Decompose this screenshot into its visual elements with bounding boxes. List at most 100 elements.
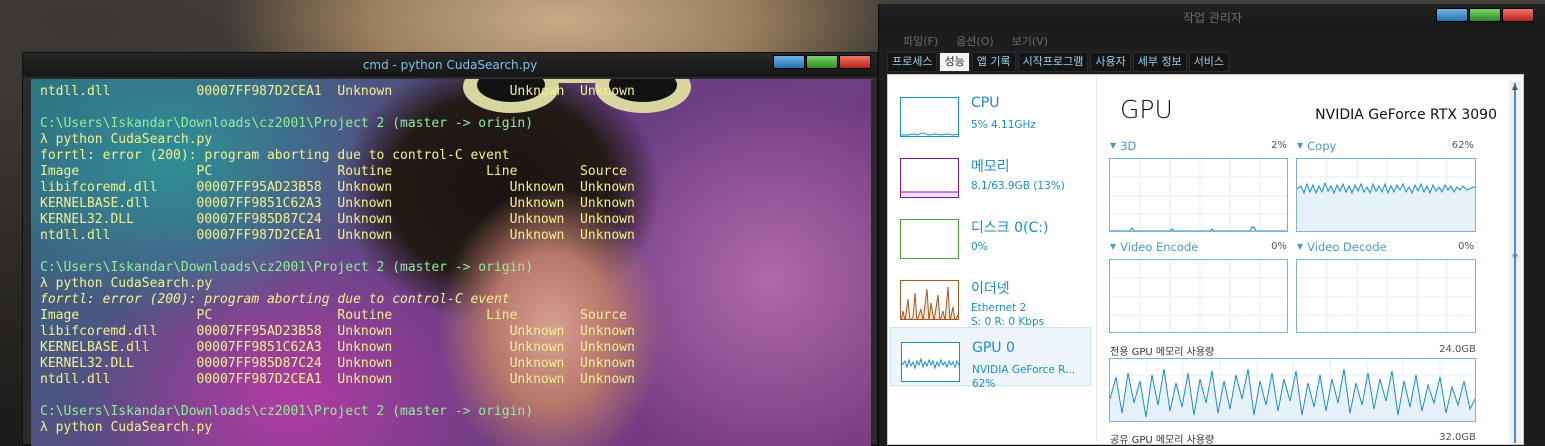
- scroll-up-arrow-icon[interactable]: ▲: [1509, 81, 1521, 93]
- console-line: forrtl: error (200): program aborting du…: [40, 292, 510, 307]
- engine-decode-dropdown[interactable]: ▼ Video Decode: [1297, 240, 1387, 254]
- cmd-titlebar[interactable]: cmd - python CudaSearch.py: [23, 53, 877, 77]
- panel-divider: [1096, 75, 1097, 442]
- console-line: C:\Users\Iskandar\Downloads\cz2001\Proje…: [40, 260, 534, 275]
- resource-gpu[interactable]: GPU 0 NVIDIA GeForce R... 62%: [890, 327, 1091, 390]
- shared-memory-value: 32.0GB: [1439, 432, 1476, 443]
- resource-ethernet[interactable]: 이더넷 Ethernet 2 S: 0 R: 0 Kbps: [890, 266, 1091, 328]
- engine-decode-pct: 0%: [1458, 241, 1474, 252]
- tab-startup[interactable]: 시작프로그램: [1017, 52, 1089, 72]
- engine-encode-dropdown[interactable]: ▼ Video Encode: [1110, 240, 1198, 254]
- gpu-usage: 62%: [972, 378, 996, 390]
- ethernet-label: 이더넷: [971, 281, 1010, 297]
- gpu-model-short: NVIDIA GeForce R...: [972, 364, 1076, 376]
- ethernet-adapter: Ethernet 2: [971, 302, 1027, 314]
- gpu-mini-graph: [901, 342, 960, 382]
- memory-mini-graph: [900, 158, 959, 198]
- engine-3d-pct: 2%: [1271, 140, 1287, 151]
- console-line: KERNEL32.DLL 00007FF985D87C24 Unknown Un…: [40, 356, 635, 371]
- engine-copy-graph: [1296, 158, 1476, 232]
- engine-copy-label: Copy: [1307, 139, 1337, 153]
- scroll-track: [1514, 83, 1516, 443]
- console-line: C:\Users\Iskandar\Downloads\cz2001\Proje…: [40, 116, 534, 131]
- scroll-grip-icon[interactable]: ≡: [1511, 251, 1519, 261]
- engine-decode-label: Video Decode: [1307, 240, 1387, 254]
- cpu-mini-graph: [900, 97, 959, 137]
- disk-usage: 0%: [971, 241, 988, 253]
- memory-label: 메모리: [971, 159, 1010, 175]
- console-line: ntdll.dll 00007FF987D2CEA1 Unknown Unkno…: [40, 84, 635, 99]
- disk-mini-graph: [900, 219, 959, 259]
- menu-view[interactable]: 보기(V): [1004, 32, 1058, 52]
- cmd-window[interactable]: cmd - python CudaSearch.py ntdll.dll 000…: [22, 52, 878, 446]
- chevron-down-icon: ▼: [1297, 242, 1304, 251]
- shared-memory-label: 공유 GPU 메모리 사용량: [1110, 435, 1215, 446]
- console-line: λ python CudaSearch.py: [40, 420, 213, 435]
- maximize-button[interactable]: [806, 55, 838, 69]
- tab-processes[interactable]: 프로세스: [887, 52, 938, 72]
- engine-encode-label: Video Encode: [1120, 240, 1199, 254]
- resource-cpu[interactable]: CPU 5% 4.11GHz: [890, 83, 1091, 140]
- tab-bar: 프로세스 성능 앱 기록 시작프로그램 사용자 세부 정보 서비스: [887, 52, 1536, 72]
- console-line: libifcoremd.dll 00007FF95AD23B58 Unknown…: [40, 180, 635, 195]
- minimize-button[interactable]: [773, 55, 805, 69]
- console-line: C:\Users\Iskandar\Downloads\cz2001\Proje…: [40, 404, 534, 419]
- tab-services[interactable]: 서비스: [1188, 52, 1230, 72]
- cpu-label: CPU: [971, 95, 1000, 111]
- engine-decode-graph: [1296, 259, 1476, 333]
- console-line: Image PC Routine Line Source: [40, 164, 627, 179]
- chevron-down-icon: ▼: [1110, 242, 1117, 251]
- dedicated-memory-graph: [1109, 358, 1476, 422]
- close-button[interactable]: [839, 55, 871, 69]
- engine-encode-graph: [1109, 259, 1288, 333]
- engine-copy-pct: 62%: [1451, 140, 1474, 151]
- console-line: libifcoremd.dll 00007FF95AD23B58 Unknown…: [40, 324, 635, 339]
- gpu-title: GPU: [1120, 95, 1173, 124]
- gpu-model-name: NVIDIA GeForce RTX 3090: [1315, 107, 1497, 123]
- disk-label: 디스크 0(C:): [971, 220, 1049, 236]
- gpu-label: GPU 0: [972, 340, 1015, 356]
- engine-3d-graph: [1109, 158, 1288, 232]
- tm-titlebar[interactable]: 작업 관리자: [879, 4, 1545, 32]
- console-text: ntdll.dll 00007FF987D2CEA1 Unknown Unkno…: [40, 84, 635, 436]
- memory-usage: 8.1/63.9GB (13%): [971, 180, 1065, 192]
- resource-disk[interactable]: 디스크 0(C:) 0%: [890, 205, 1091, 262]
- console-line: Image PC Routine Line Source: [40, 308, 627, 323]
- menu-file[interactable]: 파일(F): [895, 32, 948, 52]
- engine-copy-dropdown[interactable]: ▼ Copy: [1297, 139, 1336, 153]
- tab-details[interactable]: 세부 정보: [1132, 52, 1187, 72]
- console-line: KERNELBASE.dll 00007FF9851C62A3 Unknown …: [40, 340, 635, 355]
- tab-app-history[interactable]: 앱 기록: [971, 52, 1016, 72]
- tm-title: 작업 관리자: [1182, 11, 1242, 25]
- console-line: forrtl: error (200): program aborting du…: [40, 148, 510, 163]
- close-button[interactable]: [1502, 8, 1534, 22]
- ethernet-mini-graph: [900, 280, 959, 320]
- dedicated-memory-svg: [1110, 359, 1475, 421]
- engine-3d-dropdown[interactable]: ▼ 3D: [1110, 139, 1136, 153]
- engine-encode-svg: [1110, 260, 1287, 332]
- console-line: ntdll.dll 00007FF987D2CEA1 Unknown Unkno…: [40, 372, 635, 387]
- engine-decode-svg: [1297, 260, 1475, 332]
- chevron-down-icon: ▼: [1297, 141, 1304, 150]
- cpu-usage: 5% 4.11GHz: [971, 119, 1036, 131]
- tab-performance[interactable]: 성능: [939, 52, 970, 72]
- resource-list: CPU 5% 4.11GHz 메모리 8.1/63.9GB (13%) 디스크 …: [888, 79, 1093, 446]
- task-manager-window[interactable]: 작업 관리자 파일(F) 옵션(O) 보기(V) 프로세스 성능 앱 기록 시작…: [878, 4, 1545, 446]
- engine-encode-pct: 0%: [1271, 241, 1287, 252]
- console-line: λ python CudaSearch.py: [40, 132, 213, 147]
- gpu-detail-pane: GPU NVIDIA GeForce RTX 3090 ▼ 3D 2% ▼ Copy…: [1102, 75, 1512, 446]
- dedicated-memory-label: 전용 GPU 메모리 사용량: [1110, 347, 1215, 358]
- resource-memory[interactable]: 메모리 8.1/63.9GB (13%): [890, 144, 1091, 201]
- engine-3d-svg: [1110, 159, 1287, 231]
- scrollbar[interactable]: ▲ ≡: [1509, 81, 1521, 443]
- menu-options[interactable]: 옵션(O): [948, 32, 1003, 52]
- engine-copy-svg: [1297, 159, 1475, 231]
- performance-panel: CPU 5% 4.11GHz 메모리 8.1/63.9GB (13%) 디스크 …: [887, 74, 1524, 446]
- menu-bar: 파일(F) 옵션(O) 보기(V): [879, 32, 1545, 52]
- dedicated-memory-value: 24.0GB: [1439, 344, 1476, 355]
- console-output[interactable]: ntdll.dll 00007FF987D2CEA1 Unknown Unkno…: [31, 79, 871, 446]
- tab-users[interactable]: 사용자: [1090, 52, 1131, 72]
- engine-3d-label: 3D: [1120, 139, 1137, 153]
- minimize-button[interactable]: [1436, 8, 1468, 22]
- maximize-button[interactable]: [1469, 8, 1501, 22]
